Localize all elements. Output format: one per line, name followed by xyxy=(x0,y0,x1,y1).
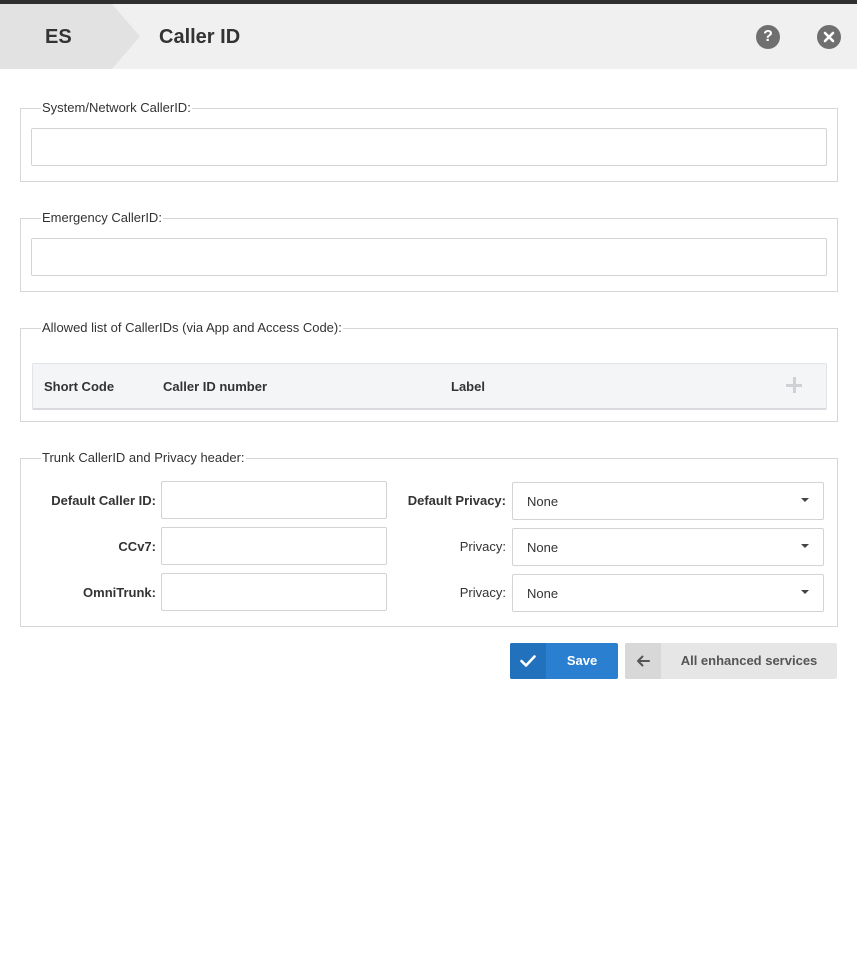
caret-down-icon xyxy=(801,498,809,502)
save-button[interactable]: Save xyxy=(510,643,618,679)
save-button-label: Save xyxy=(566,653,598,668)
close-icon[interactable] xyxy=(817,25,841,49)
system-network-callerid-legend: System/Network CallerID: xyxy=(41,100,192,115)
caret-down-icon xyxy=(801,590,809,594)
arrow-left-icon xyxy=(625,643,661,679)
breadcrumb[interactable]: ES xyxy=(0,4,140,69)
system-network-callerid-group: System/Network CallerID: xyxy=(20,100,838,182)
default-privacy-select[interactable]: None xyxy=(512,482,824,520)
omnitrunk-label: OmniTrunk: xyxy=(83,585,156,600)
help-icon[interactable]: ? xyxy=(756,25,780,49)
all-enhanced-services-label: All enhanced services xyxy=(680,653,818,668)
ccv7-label: CCv7: xyxy=(118,539,156,554)
page-title: Caller ID xyxy=(159,26,241,48)
emergency-callerid-input[interactable] xyxy=(31,238,827,276)
default-callerid-input[interactable] xyxy=(161,481,387,519)
default-callerid-label: Default Caller ID: xyxy=(51,493,156,508)
allowed-callerids-group: Allowed list of CallerIDs (via App and A… xyxy=(20,320,838,422)
plus-icon[interactable] xyxy=(784,375,804,395)
default-privacy-value: None xyxy=(527,494,559,509)
column-header-callerid-number[interactable]: Caller ID number xyxy=(163,379,267,394)
ccv7-privacy-value: None xyxy=(527,540,559,555)
column-header-label[interactable]: Label xyxy=(451,379,485,394)
breadcrumb-label: ES xyxy=(45,26,72,48)
system-network-callerid-input[interactable] xyxy=(31,128,827,166)
default-privacy-label: Default Privacy: xyxy=(407,493,506,508)
omnitrunk-input[interactable] xyxy=(161,573,387,611)
omnitrunk-privacy-value: None xyxy=(527,586,559,601)
column-header-short-code[interactable]: Short Code xyxy=(44,379,114,394)
page-header: ES Caller ID ? xyxy=(0,4,857,69)
omnitrunk-privacy-label: Privacy: xyxy=(459,585,506,600)
emergency-callerid-group: Emergency CallerID: xyxy=(20,210,838,292)
caret-down-icon xyxy=(801,544,809,548)
allowed-callerids-table-header: Short Code Caller ID number Label xyxy=(32,363,827,410)
check-icon xyxy=(510,643,546,679)
emergency-callerid-legend: Emergency CallerID: xyxy=(41,210,163,225)
all-enhanced-services-button[interactable]: All enhanced services xyxy=(625,643,837,679)
trunk-callerid-group: Trunk CallerID and Privacy header: Defau… xyxy=(20,450,838,627)
omnitrunk-privacy-select[interactable]: None xyxy=(512,574,824,612)
ccv7-privacy-select[interactable]: None xyxy=(512,528,824,566)
ccv7-input[interactable] xyxy=(161,527,387,565)
allowed-callerids-legend: Allowed list of CallerIDs (via App and A… xyxy=(41,320,343,335)
trunk-callerid-legend: Trunk CallerID and Privacy header: xyxy=(41,450,246,465)
ccv7-privacy-label: Privacy: xyxy=(459,539,506,554)
